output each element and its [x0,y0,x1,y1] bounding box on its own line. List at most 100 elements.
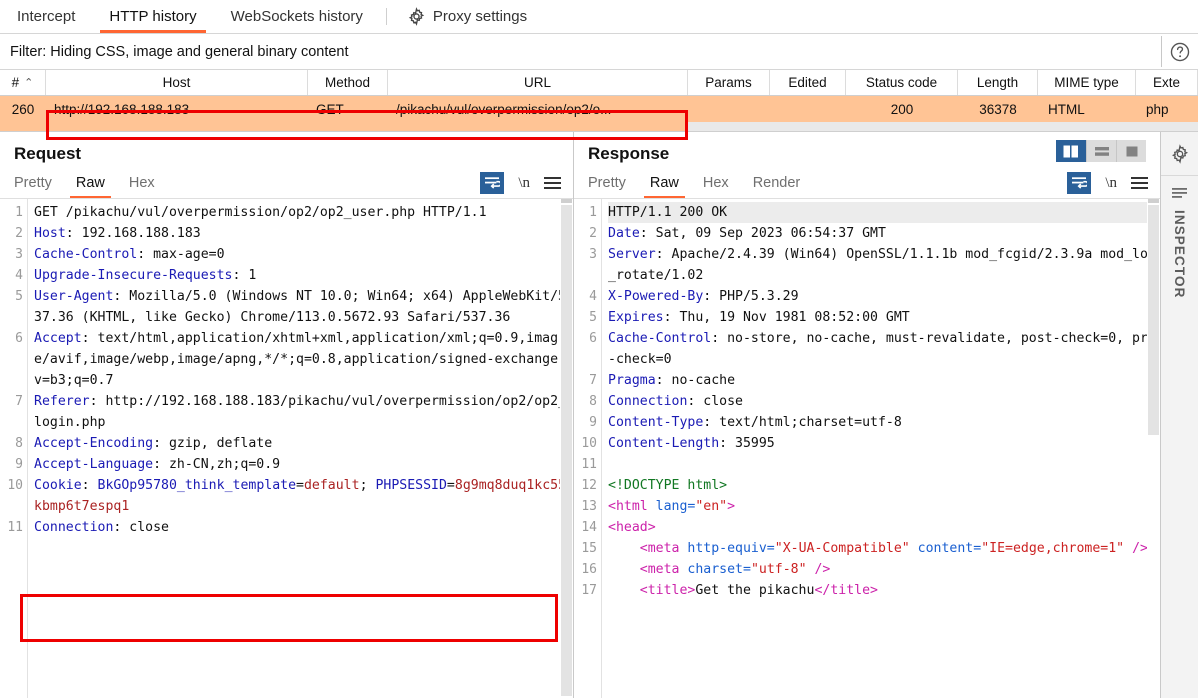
code-line-number: 17 [581,583,597,598]
gear-icon [407,7,426,26]
code-line-number: 9 [15,457,23,472]
help-button[interactable] [1162,34,1198,69]
code-line: Referer: http://192.168.188.183/pikachu/… [34,394,566,430]
col-header-params[interactable]: Params [688,70,770,95]
col-header-edited[interactable]: Edited [770,70,846,95]
layout-single-button[interactable] [1116,140,1146,162]
response-tab-raw-label: Raw [649,175,679,191]
col-header-method[interactable]: Method [308,70,388,95]
code-line-number: 2 [589,226,597,241]
request-tab-pretty[interactable]: Pretty [14,168,64,198]
response-tab-raw[interactable]: Raw [638,168,691,199]
table-row-spillover [0,122,1198,132]
code-line: Connection: close [608,394,743,409]
code-line-number: 10 [581,436,597,451]
tab-http-history[interactable]: HTTP history [92,0,213,33]
layout-stacked-button[interactable] [1086,140,1116,162]
filter-field[interactable]: Filter: Hiding CSS, image and general bi… [2,36,1162,67]
table-row[interactable]: 260 http://192.168.188.183 GET /pikachu/… [0,96,1198,122]
col-header-extension[interactable]: Exte [1136,70,1198,95]
response-code-text[interactable]: HTTP/1.1 200 OK Date: Sat, 09 Sep 2023 06… [602,199,1160,698]
newline-toggle[interactable]: \n [1105,175,1117,192]
tab-proxy-settings[interactable]: Proxy settings [393,0,541,33]
col-header-host-label: Host [162,75,191,90]
col-header-number[interactable]: # ⌃ [0,70,46,95]
code-line-number: 6 [15,331,23,346]
response-tab-render-label: Render [752,175,801,191]
inspector-toggle[interactable]: INSPECTOR [1171,186,1189,298]
col-header-mime-type[interactable]: MIME type [1038,70,1136,95]
request-tab-hex-label: Hex [128,175,155,191]
layout-side-by-side-button[interactable] [1056,140,1086,162]
response-tab-render[interactable]: Render [741,168,813,198]
col-header-method-label: Method [324,75,371,90]
code-line: <meta charset="utf-8" /> [608,562,831,577]
response-code-area[interactable]: 1 2 3 4 5 6 7 8 9 10 11 12 13 14 15 16 17 HTTP/1.1 200 O… [574,198,1160,698]
word-wrap-icon[interactable] [1067,172,1092,194]
response-vertical-scrollbar[interactable] [1147,199,1160,698]
code-line-number: 1 [15,205,23,220]
newline-toggle[interactable]: \n [518,175,530,192]
code-line: X-Powered-By: PHP/5.3.29 [608,289,799,304]
request-tab-actions: \n [480,168,561,198]
code-line-number: 12 [581,478,597,493]
cell-status-code: 200 [890,101,914,117]
col-header-extension-label: Exte [1152,75,1180,90]
col-header-params-label: Params [705,75,752,90]
request-vertical-scrollbar[interactable] [560,199,573,698]
code-line: Expires: Thu, 19 Nov 1981 08:52:00 GMT [608,310,910,325]
request-tab-hex[interactable]: Hex [117,168,167,198]
request-title: Request [14,144,82,163]
col-header-host[interactable]: Host [46,70,308,95]
response-tab-hex[interactable]: Hex [691,168,741,198]
col-header-url[interactable]: URL [388,70,688,95]
proxy-tab-bar: Intercept HTTP history WebSockets histor… [0,0,1198,34]
response-tab-bar: Pretty Raw Hex Render \n [574,168,1160,199]
tab-divider [385,8,387,25]
code-line-number: 5 [15,289,23,304]
request-pane: Request Pretty Raw Hex \n 1 2 3 4 5 6 7 … [0,132,574,698]
code-line: Connection: close [34,520,169,535]
cell-extension: php [1146,101,1169,117]
code-line: Accept-Language: zh-CN,zh;q=0.9 [34,457,281,472]
code-line: Host: 192.168.188.183 [34,226,201,241]
request-code-text[interactable]: GET /pikachu/vul/overpermission/op2/op2_… [28,199,573,698]
request-tab-bar: Pretty Raw Hex \n [0,168,573,199]
request-line-numbers: 1 2 3 4 5 6 7 8 9 10 11 [0,199,28,698]
code-line-number: 6 [589,331,597,346]
code-line: Cache-Control: max-age=0 [34,247,225,262]
code-line: HTTP/1.1 200 OK [608,202,1160,223]
code-line-number: 4 [589,289,597,304]
col-header-status-code[interactable]: Status code [846,70,958,95]
request-tab-raw-label: Raw [75,175,105,191]
tab-websockets-history[interactable]: WebSockets history [214,0,380,33]
code-line: Pragma: no-cache [608,373,736,388]
code-line: Content-Type: text/html;charset=utf-8 [608,415,902,430]
message-editor-panes: Request Pretty Raw Hex \n 1 2 3 4 5 6 7 … [0,132,1198,698]
code-line: Cache-Control: no-store, no-cache, must-… [608,331,1156,367]
http-history-table: # ⌃ Host Method URL Params Edited Status… [0,70,1198,132]
request-menu-icon[interactable] [544,177,561,189]
response-menu-icon[interactable] [1131,177,1148,189]
cell-edited [770,96,846,122]
code-line-number: 8 [15,436,23,451]
code-line: <head> [608,520,656,535]
request-code-area[interactable]: 1 2 3 4 5 6 7 8 9 10 11 GET /pikachu/vul/overpermi… [0,198,573,698]
col-header-length[interactable]: Length [958,70,1038,95]
code-line-number: 9 [589,415,597,430]
code-line: Server: Apache/2.4.39 (Win64) OpenSSL/1.… [608,247,1156,283]
code-line: Date: Sat, 09 Sep 2023 06:54:37 GMT [608,226,886,241]
code-line-number: 7 [15,394,23,409]
response-tab-pretty[interactable]: Pretty [588,168,638,198]
request-tab-raw[interactable]: Raw [64,168,117,199]
code-line: User-Agent: Mozilla/5.0 (Windows NT 10.0… [34,289,566,325]
code-line: GET /pikachu/vul/overpermission/op2/op2_… [34,205,487,220]
response-tab-hex-label: Hex [702,175,729,191]
tab-intercept[interactable]: Intercept [0,0,92,33]
table-header-row: # ⌃ Host Method URL Params Edited Status… [0,70,1198,96]
settings-button[interactable] [1161,132,1198,176]
code-line: <html lang="en"> [608,499,736,514]
word-wrap-icon[interactable] [480,172,505,194]
col-header-url-label: URL [523,75,551,90]
cell-params [688,96,770,122]
